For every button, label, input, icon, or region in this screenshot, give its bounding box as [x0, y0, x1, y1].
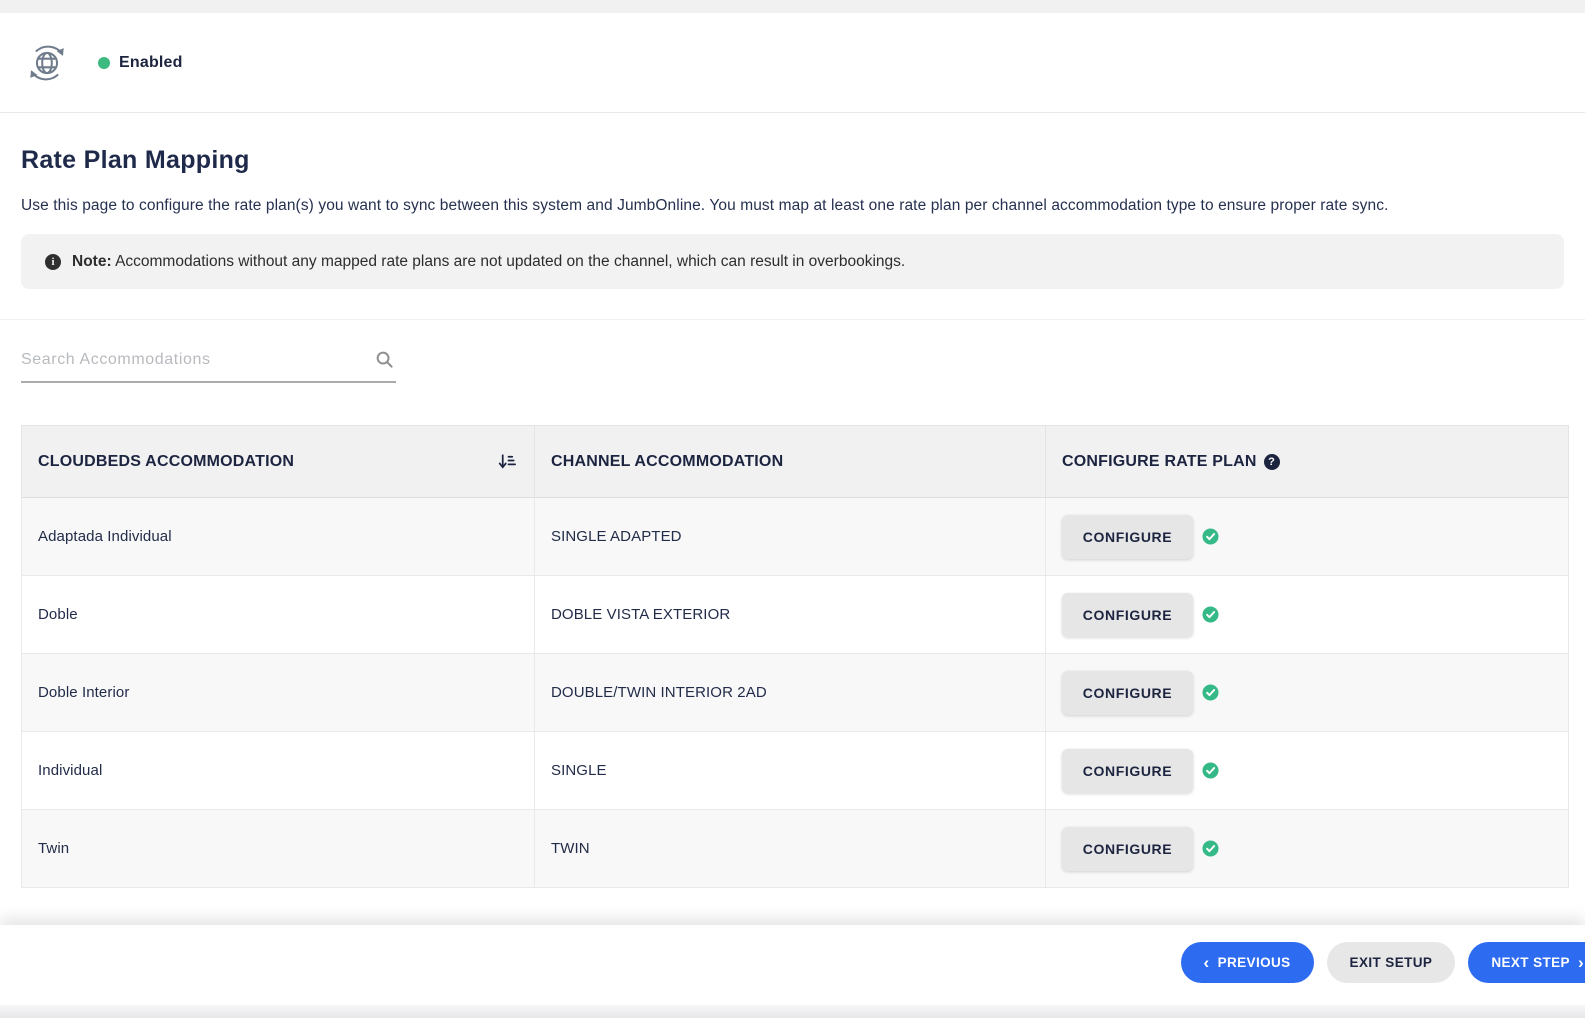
- configure-rate-plan-cell: CONFIGURE: [1046, 498, 1569, 576]
- search-input[interactable]: [21, 351, 341, 369]
- note-label: Note:: [72, 253, 112, 270]
- bottom-strip: [0, 1005, 1585, 1018]
- channel-header: Enabled: [0, 13, 1585, 113]
- rate-plan-mapping-page: Rate Plan Mapping Use this page to confi…: [0, 145, 1585, 888]
- chevron-left-icon: ‹: [1204, 954, 1210, 971]
- cloudbeds-accommodation-cell: Doble Interior: [22, 654, 535, 732]
- cloudbeds-accommodation-label: Doble Interior: [38, 684, 129, 701]
- configure-button[interactable]: CONFIGURE: [1062, 827, 1193, 871]
- channel-accommodation-label: TWIN: [551, 840, 590, 857]
- configure-button[interactable]: CONFIGURE: [1062, 671, 1193, 715]
- table-row: Individual SINGLE CONFIGURE: [22, 732, 1569, 810]
- column-header-configure-rate-plan: CONFIGURE RATE PLAN ?: [1046, 426, 1569, 498]
- channel-accommodation-cell: DOBLE VISTA EXTERIOR: [535, 576, 1046, 654]
- cloudbeds-accommodation-label: Adaptada Individual: [38, 528, 172, 545]
- cloudbeds-accommodation-cell: Doble: [22, 576, 535, 654]
- configure-rate-plan-cell: CONFIGURE: [1046, 576, 1569, 654]
- help-icon[interactable]: ?: [1264, 454, 1280, 470]
- section-divider: [0, 319, 1585, 320]
- previous-button[interactable]: ‹ PREVIOUS: [1181, 942, 1314, 983]
- cloudbeds-accommodation-label: Twin: [38, 840, 69, 857]
- next-step-button[interactable]: NEXT STEP ›: [1468, 942, 1585, 983]
- column-header-label: CHANNEL ACCOMMODATION: [551, 453, 783, 471]
- sort-icon[interactable]: [497, 451, 518, 472]
- cloudbeds-accommodation-cell: Individual: [22, 732, 535, 810]
- previous-button-label: PREVIOUS: [1218, 955, 1291, 970]
- channel-accommodation-label: SINGLE ADAPTED: [551, 528, 682, 545]
- top-strip: [0, 0, 1585, 13]
- rate-plan-mapping-table: CLOUDBEDS ACCOMMODATION: [21, 425, 1569, 888]
- table-body: Adaptada Individual SINGLE ADAPTED CONFI…: [22, 498, 1569, 888]
- configure-button[interactable]: CONFIGURE: [1062, 593, 1193, 637]
- cloudbeds-accommodation-label: Doble: [38, 606, 78, 623]
- info-icon: i: [45, 254, 61, 270]
- cloudbeds-accommodation-cell: Adaptada Individual: [22, 498, 535, 576]
- note-box: i Note: Accommodations without any mappe…: [21, 234, 1564, 289]
- exit-setup-button-label: EXIT SETUP: [1350, 955, 1433, 970]
- column-header-cloudbeds-accommodation: CLOUDBEDS ACCOMMODATION: [22, 426, 535, 498]
- channel-accommodation-label: DOBLE VISTA EXTERIOR: [551, 606, 730, 623]
- channel-accommodation-label: DOUBLE/TWIN INTERIOR 2AD: [551, 684, 767, 701]
- mapped-check-icon: [1202, 528, 1219, 545]
- channel-accommodation-cell: SINGLE ADAPTED: [535, 498, 1046, 576]
- chevron-right-icon: ›: [1578, 954, 1584, 971]
- cloudbeds-accommodation-label: Individual: [38, 762, 102, 779]
- channel-accommodation-cell: TWIN: [535, 810, 1046, 888]
- channel-accommodation-cell: SINGLE: [535, 732, 1046, 810]
- mapped-check-icon: [1202, 840, 1219, 857]
- search-field[interactable]: [21, 350, 396, 383]
- mapped-check-icon: [1202, 606, 1219, 623]
- column-header-label: CONFIGURE RATE PLAN: [1062, 453, 1257, 471]
- configure-rate-plan-cell: CONFIGURE: [1046, 654, 1569, 732]
- cloudbeds-accommodation-cell: Twin: [22, 810, 535, 888]
- status-dot-icon: [98, 57, 110, 69]
- table-row: Twin TWIN CONFIGURE: [22, 810, 1569, 888]
- column-header-label: CLOUDBEDS ACCOMMODATION: [38, 453, 294, 471]
- configure-button[interactable]: CONFIGURE: [1062, 515, 1193, 559]
- page-description: Use this page to configure the rate plan…: [21, 194, 1533, 218]
- channel-accommodation-label: SINGLE: [551, 762, 607, 779]
- configure-rate-plan-cell: CONFIGURE: [1046, 732, 1569, 810]
- configure-button[interactable]: CONFIGURE: [1062, 749, 1193, 793]
- table-row: Doble Interior DOUBLE/TWIN INTERIOR 2AD …: [22, 654, 1569, 732]
- page-title: Rate Plan Mapping: [21, 145, 1564, 175]
- note-text: Accommodations without any mapped rate p…: [115, 253, 905, 270]
- table-header-row: CLOUDBEDS ACCOMMODATION: [22, 426, 1569, 498]
- table-row: Doble DOBLE VISTA EXTERIOR CONFIGURE: [22, 576, 1569, 654]
- setup-footer: ‹ PREVIOUS EXIT SETUP NEXT STEP ›: [0, 925, 1585, 1018]
- mapped-check-icon: [1202, 684, 1219, 701]
- channel-accommodation-cell: DOUBLE/TWIN INTERIOR 2AD: [535, 654, 1046, 732]
- next-step-button-label: NEXT STEP: [1491, 955, 1570, 970]
- mapped-check-icon: [1202, 762, 1219, 779]
- status-badge: Enabled: [98, 54, 183, 72]
- table-row: Adaptada Individual SINGLE ADAPTED CONFI…: [22, 498, 1569, 576]
- column-header-channel-accommodation: CHANNEL ACCOMMODATION: [535, 426, 1046, 498]
- search-icon[interactable]: [375, 350, 394, 369]
- globe-sync-icon: [24, 40, 70, 86]
- exit-setup-button[interactable]: EXIT SETUP: [1327, 942, 1456, 983]
- configure-rate-plan-cell: CONFIGURE: [1046, 810, 1569, 888]
- status-label: Enabled: [119, 54, 183, 72]
